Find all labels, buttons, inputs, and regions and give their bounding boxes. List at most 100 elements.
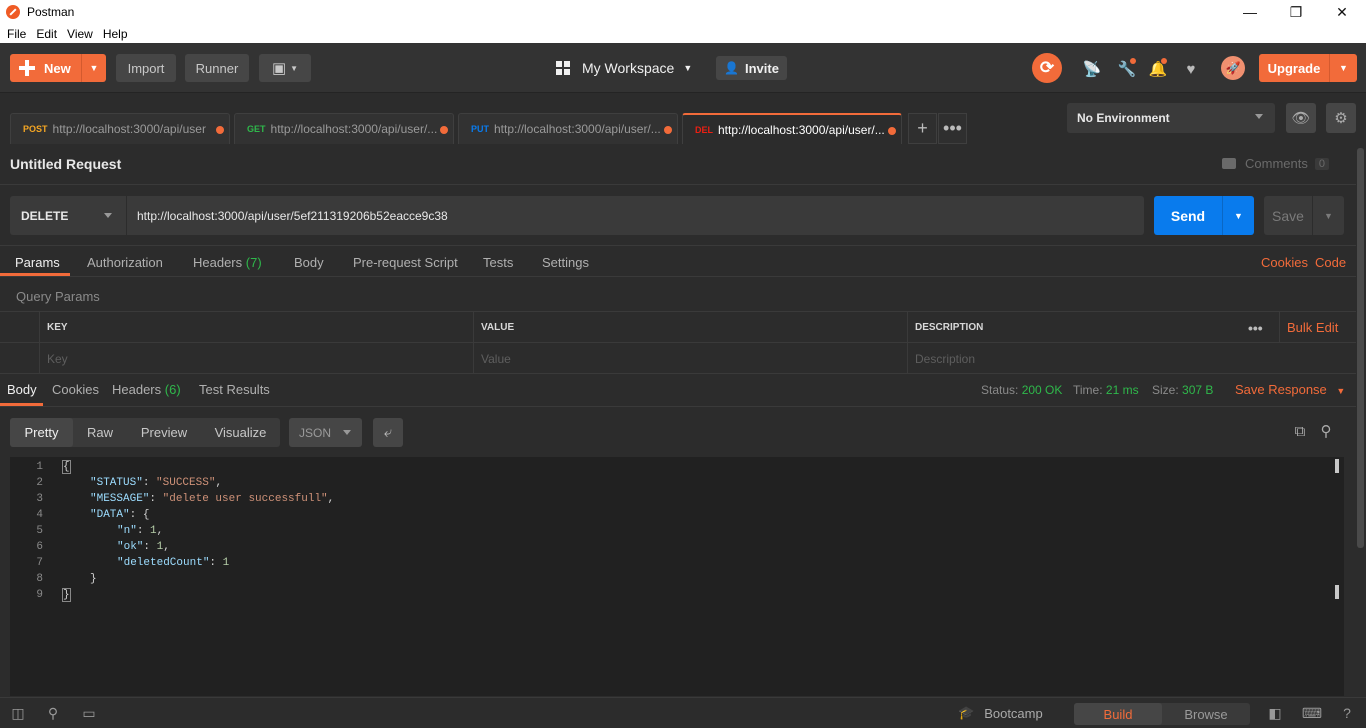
import-button[interactable]: Import bbox=[116, 54, 176, 82]
manage-environments-gear-icon[interactable]: ⚙ bbox=[1326, 103, 1356, 133]
save-button[interactable]: Save ▼ bbox=[1264, 196, 1344, 235]
table-header-row: KEY VALUE DESCRIPTION ••• Bulk Edit bbox=[0, 312, 1356, 343]
main-scrollbar[interactable] bbox=[1356, 144, 1366, 696]
request-tab[interactable]: GET http://localhost:3000/api/user/... bbox=[234, 113, 454, 144]
window-title-bar: Postman — ❐ ✕ bbox=[0, 0, 1366, 24]
heart-icon[interactable]: ♥ bbox=[1181, 59, 1201, 79]
response-tab-headers[interactable]: Headers (6) bbox=[112, 382, 181, 397]
query-params-label: Query Params bbox=[16, 289, 100, 304]
editor-scroll-marker bbox=[1335, 459, 1339, 473]
comments-button[interactable]: Comments 0 bbox=[1222, 156, 1329, 171]
toggle-sidebar-icon[interactable]: ◫ bbox=[9, 704, 27, 722]
bootcamp-label: Bootcamp bbox=[984, 705, 1043, 721]
help-icon[interactable]: ? bbox=[1338, 704, 1356, 722]
response-tab-body[interactable]: Body bbox=[7, 382, 37, 397]
code-line: } bbox=[90, 571, 97, 587]
json-value: "delete user successfull" bbox=[162, 493, 328, 505]
avatar[interactable]: 🚀 bbox=[1221, 56, 1245, 80]
request-tab[interactable]: PUT http://localhost:3000/api/user/... bbox=[458, 113, 678, 144]
menu-help[interactable]: Help bbox=[98, 27, 133, 41]
new-dropdown-arrow-icon[interactable]: ▼ bbox=[81, 54, 106, 82]
invite-button[interactable]: 👤 Invite bbox=[716, 56, 787, 80]
url-input[interactable] bbox=[126, 196, 1144, 235]
tab-prerequest-script[interactable]: Pre-request Script bbox=[353, 255, 458, 270]
menu-view[interactable]: View bbox=[62, 27, 98, 41]
tab-headers-count: (7) bbox=[245, 255, 262, 270]
save-response-button[interactable]: Save Response ▼ bbox=[1235, 382, 1345, 397]
bell-icon[interactable]: 🔔 bbox=[1148, 58, 1168, 79]
tab-headers[interactable]: Headers (7) bbox=[193, 255, 262, 270]
key-input[interactable]: Key bbox=[39, 343, 473, 374]
find-replace-icon[interactable]: ⚲ bbox=[44, 704, 62, 722]
wrap-lines-icon[interactable]: ⤶ bbox=[373, 418, 403, 447]
console-icon[interactable]: ▭ bbox=[80, 704, 98, 722]
save-dropdown-arrow-icon[interactable]: ▼ bbox=[1312, 196, 1344, 235]
menu-edit[interactable]: Edit bbox=[31, 27, 62, 41]
response-tab-cookies[interactable]: Cookies bbox=[52, 382, 99, 397]
build-mode-button[interactable]: Build bbox=[1074, 703, 1162, 725]
request-tab-active[interactable]: DEL http://localhost:3000/api/user/... bbox=[682, 113, 902, 144]
wrench-icon[interactable]: 🔧 bbox=[1117, 58, 1137, 79]
bulk-edit-link[interactable]: Bulk Edit bbox=[1279, 312, 1356, 343]
maximize-button[interactable]: ❐ bbox=[1273, 0, 1319, 24]
method-selector[interactable]: DELETE bbox=[10, 196, 126, 235]
keyboard-shortcuts-icon[interactable]: ⌨ bbox=[1302, 704, 1322, 722]
tab-tests[interactable]: Tests bbox=[483, 255, 513, 270]
bootcamp-button[interactable]: 🎓 Bootcamp bbox=[958, 705, 1043, 721]
minimize-button[interactable]: — bbox=[1227, 0, 1273, 24]
cookies-link[interactable]: Cookies bbox=[1261, 255, 1308, 270]
request-tab-url: http://localhost:3000/api/user bbox=[52, 122, 206, 136]
send-dropdown-arrow-icon[interactable]: ▼ bbox=[1222, 196, 1254, 235]
chevron-down-icon: ▼ bbox=[1336, 386, 1346, 396]
new-window-button[interactable]: ▣ ▼ bbox=[259, 54, 311, 82]
runner-button[interactable]: Runner bbox=[185, 54, 249, 82]
view-visualize-tab[interactable]: Visualize bbox=[201, 418, 280, 447]
environment-selector[interactable]: No Environment bbox=[1067, 103, 1275, 133]
value-input[interactable]: Value bbox=[473, 343, 907, 374]
new-button[interactable]: New ▼ bbox=[10, 54, 106, 82]
sync-icon[interactable]: ⟳ bbox=[1032, 53, 1062, 83]
request-tab-method: GET bbox=[247, 124, 266, 134]
tab-body[interactable]: Body bbox=[294, 255, 324, 270]
response-status[interactable]: Status: 200 OK bbox=[981, 383, 1062, 397]
tab-settings[interactable]: Settings bbox=[542, 255, 589, 270]
response-tab-test-results[interactable]: Test Results bbox=[199, 382, 270, 397]
copy-icon[interactable]: ⧉ bbox=[1291, 422, 1309, 440]
new-window-icon: ▣ bbox=[271, 60, 287, 77]
tab-authorization[interactable]: Authorization bbox=[87, 255, 163, 270]
search-icon[interactable]: ⚲ bbox=[1317, 422, 1335, 440]
description-input[interactable]: Description bbox=[907, 343, 1356, 374]
response-time[interactable]: Time: 21 ms bbox=[1073, 383, 1139, 397]
send-label: Send bbox=[1170, 207, 1206, 224]
size-label: Size: bbox=[1152, 383, 1179, 397]
view-raw-tab[interactable]: Raw bbox=[73, 418, 127, 447]
query-params-table: KEY VALUE DESCRIPTION ••• Bulk Edit Key … bbox=[0, 311, 1356, 374]
satellite-icon[interactable]: 📡 bbox=[1082, 59, 1102, 79]
line-number: 7 bbox=[36, 557, 43, 569]
request-tab[interactable]: POST http://localhost:3000/api/user bbox=[10, 113, 230, 144]
browse-mode-button[interactable]: Browse bbox=[1162, 703, 1250, 725]
status-value: 200 OK bbox=[1021, 383, 1063, 397]
divider bbox=[0, 184, 1356, 185]
environment-quick-look-eye-icon[interactable]: 👁 bbox=[1286, 103, 1316, 133]
two-pane-view-icon[interactable]: ◧ bbox=[1266, 704, 1284, 722]
tab-options-button[interactable]: ••• bbox=[938, 113, 967, 144]
send-button[interactable]: Send ▼ bbox=[1154, 196, 1254, 235]
format-selector[interactable]: JSON bbox=[289, 418, 362, 447]
request-title[interactable]: Untitled Request bbox=[10, 156, 121, 172]
tab-params[interactable]: Params bbox=[15, 255, 60, 270]
more-options-icon[interactable]: ••• bbox=[1241, 312, 1279, 343]
upgrade-dropdown-arrow-icon[interactable]: ▼ bbox=[1329, 54, 1357, 82]
response-body-editor[interactable]: 1{2 "STATUS": "SUCCESS", 3 "MESSAGE": "dele… bbox=[10, 457, 1344, 696]
upgrade-button[interactable]: Upgrade ▼ bbox=[1259, 54, 1357, 82]
view-preview-tab[interactable]: Preview bbox=[127, 418, 201, 447]
view-pretty-tab[interactable]: Pretty bbox=[10, 418, 73, 447]
add-tab-button[interactable]: + bbox=[908, 113, 937, 144]
response-size[interactable]: Size: 307 B bbox=[1152, 383, 1213, 397]
menu-file[interactable]: File bbox=[2, 27, 31, 41]
environment-label: No Environment bbox=[1077, 111, 1170, 125]
close-button[interactable]: ✕ bbox=[1319, 0, 1365, 24]
workspace-selector[interactable]: My Workspace ▼ bbox=[556, 57, 692, 79]
scrollbar-thumb[interactable] bbox=[1357, 148, 1364, 548]
code-link[interactable]: Code bbox=[1315, 255, 1346, 270]
